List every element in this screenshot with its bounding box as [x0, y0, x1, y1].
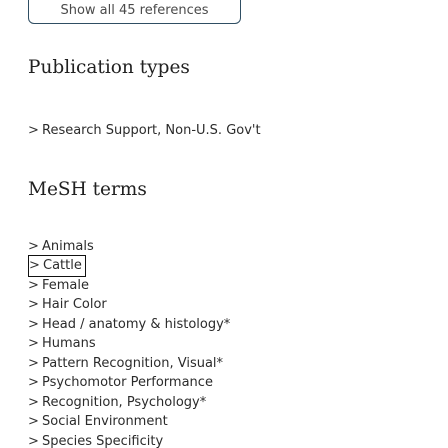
- chevron-right-icon: >: [28, 316, 39, 332]
- mesh-term-psychomotor-performance[interactable]: > Psychomotor Performance: [28, 373, 213, 393]
- chevron-right-icon: >: [28, 375, 39, 390]
- mesh-term-label: Social Environment: [42, 414, 168, 429]
- mesh-term-label: Pattern Recognition, Visual*: [42, 355, 224, 371]
- mesh-term-label: Head / anatomy & histology*: [42, 316, 231, 332]
- mesh-term-hair-color[interactable]: > Hair Color: [28, 295, 107, 315]
- chevron-right-icon: >: [28, 122, 39, 138]
- mesh-term-species-specificity[interactable]: > Species Specificity: [28, 431, 163, 448]
- chevron-right-icon: >: [28, 394, 39, 410]
- mesh-term-label: Psychomotor Performance: [42, 375, 213, 390]
- mesh-term-pattern-recognition[interactable]: > Pattern Recognition, Visual*: [28, 353, 223, 373]
- chevron-right-icon: >: [28, 277, 39, 293]
- chevron-right-icon: >: [28, 297, 39, 312]
- mesh-term-cattle[interactable]: > Cattle: [28, 254, 86, 277]
- mesh-term-label: Animals: [42, 238, 94, 254]
- mesh-term-label: Recognition, Psychology*: [42, 394, 207, 410]
- chevron-right-icon: >: [28, 238, 39, 254]
- publication-type-label: Research Support, Non-U.S. Gov't: [42, 122, 261, 138]
- chevron-right-icon: >: [28, 433, 39, 448]
- mesh-term-label: Female: [42, 277, 90, 293]
- show-all-references-button[interactable]: Show all 45 references: [28, 0, 241, 24]
- publication-types-heading: Publication types: [28, 57, 190, 78]
- mesh-term-label: Humans: [42, 336, 96, 351]
- mesh-term-recognition-psychology[interactable]: > Recognition, Psychology*: [28, 392, 206, 412]
- mesh-term-label: Cattle: [43, 258, 82, 273]
- mesh-term-head-anatomy[interactable]: > Head / anatomy & histology*: [28, 314, 230, 334]
- chevron-right-icon: >: [28, 336, 39, 351]
- chevron-right-icon: >: [28, 414, 39, 429]
- mesh-term-social-environment[interactable]: > Social Environment: [28, 412, 168, 432]
- mesh-term-female[interactable]: > Female: [28, 275, 89, 295]
- mesh-terms-heading: MeSH terms: [28, 179, 147, 200]
- mesh-term-label: Hair Color: [42, 297, 107, 312]
- mesh-term-animals[interactable]: > Animals: [28, 236, 94, 256]
- mesh-term-humans[interactable]: > Humans: [28, 334, 96, 354]
- chevron-right-icon: >: [28, 355, 39, 371]
- publication-type-item[interactable]: > Research Support, Non-U.S. Gov't: [28, 120, 261, 140]
- mesh-term-label: Species Specificity: [42, 433, 164, 448]
- chevron-right-icon: >: [29, 258, 40, 273]
